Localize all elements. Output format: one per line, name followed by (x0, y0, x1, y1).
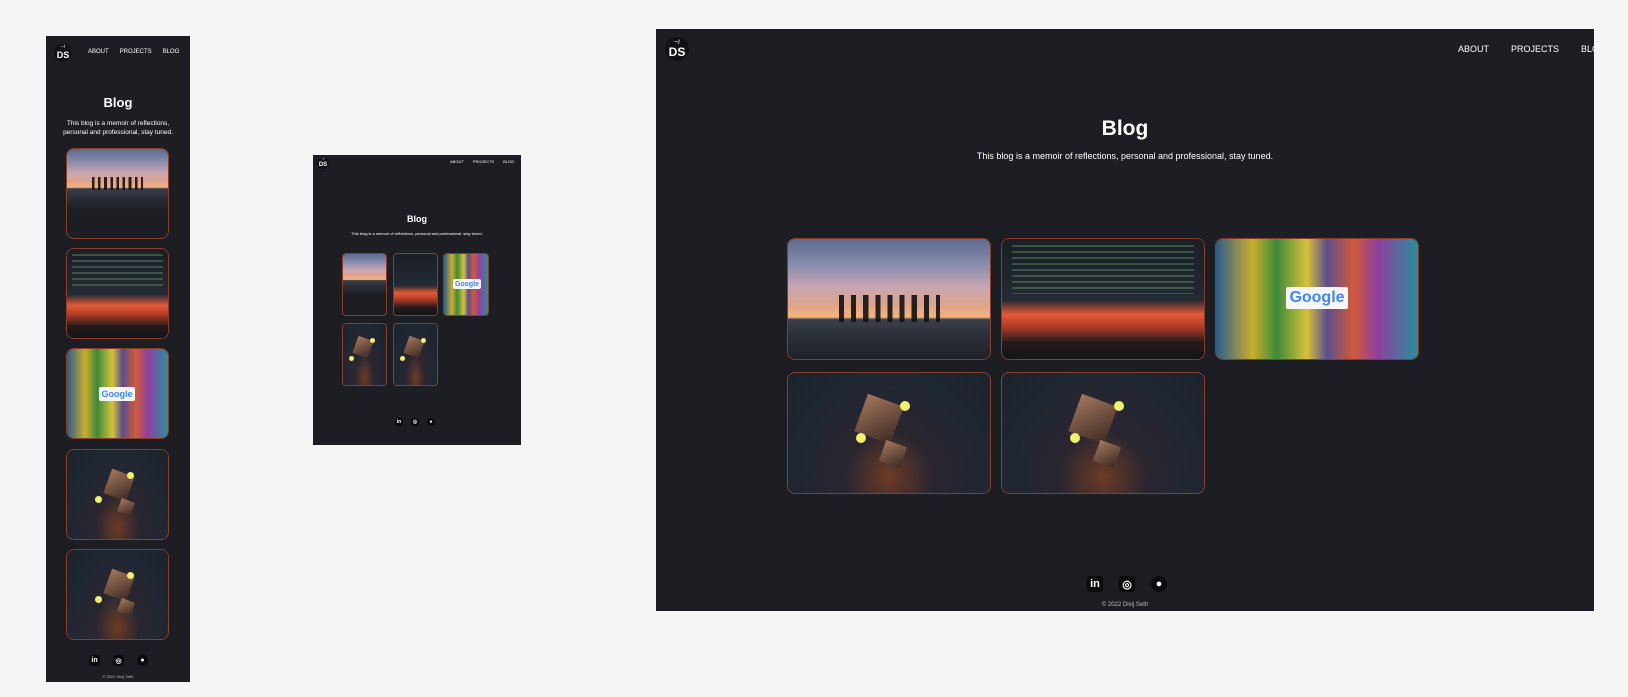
post-card[interactable] (393, 253, 438, 316)
post-image (394, 324, 437, 385)
light-dot (95, 596, 102, 603)
logo[interactable]: ~/ DS (665, 37, 689, 61)
nav-blog[interactable]: BLOG (163, 49, 180, 55)
light-dot (400, 356, 405, 361)
github-icon[interactable]: ● (137, 655, 148, 666)
page-subtitle: This blog is a memoir of reflections, pe… (976, 151, 1274, 161)
post-card[interactable] (342, 253, 387, 316)
post-image (343, 254, 386, 294)
light-dot (370, 338, 375, 343)
post-card[interactable] (1001, 372, 1205, 494)
mobile-preview: ~/ DS ABOUT PROJECTS BLOG Blog This blog… (46, 36, 190, 682)
post-card[interactable]: Google (1215, 238, 1419, 360)
post-image (67, 450, 168, 539)
post-image (67, 550, 168, 639)
post-image (394, 254, 437, 315)
page-subtitle: This blog is a memoir of reflections, pe… (351, 231, 483, 236)
desktop-preview: ~/ DS ABOUT PROJECTS BLOG Blog This blog… (656, 29, 1594, 611)
github-icon[interactable]: ● (1151, 576, 1167, 592)
github-icon[interactable]: ● (427, 418, 435, 426)
post-image (67, 149, 168, 209)
instagram-icon[interactable]: ◎ (411, 418, 419, 426)
post-card[interactable] (66, 449, 169, 540)
post-image: Google (67, 349, 168, 438)
social-links: in ◎ ● (89, 655, 148, 666)
post-image: Google (1216, 239, 1418, 359)
logo[interactable]: ~/ DS (317, 157, 329, 169)
post-image (1002, 239, 1204, 359)
social-links: in ◎ ● (395, 418, 435, 426)
post-card[interactable] (342, 323, 387, 386)
nav-about[interactable]: ABOUT (88, 49, 109, 55)
instagram-icon[interactable]: ◎ (1119, 576, 1135, 592)
nav-projects[interactable]: PROJECTS (1511, 44, 1559, 54)
google-sign: Google (1286, 287, 1348, 309)
linkedin-icon[interactable]: in (395, 418, 403, 426)
light-dot (900, 401, 910, 411)
post-card[interactable] (787, 238, 991, 360)
post-card[interactable]: Google (443, 253, 489, 316)
tablet-preview: ~/ DS ABOUT PROJECTS BLOG Blog This blog… (313, 155, 521, 445)
post-image (788, 239, 990, 359)
post-image (788, 373, 990, 493)
light-dot (95, 496, 102, 503)
copyright: © 2022 Divij Seth (102, 674, 134, 679)
post-card[interactable] (66, 148, 169, 239)
light-dot (349, 356, 354, 361)
nav-projects[interactable]: PROJECTS (120, 49, 152, 55)
post-image: Google (444, 254, 488, 315)
nav: ABOUT PROJECTS BLOG (88, 49, 179, 55)
post-image (67, 249, 168, 338)
light-dot (127, 472, 134, 479)
linkedin-icon[interactable]: in (89, 655, 100, 666)
post-card[interactable] (66, 248, 169, 339)
post-card[interactable]: Google (66, 348, 169, 439)
light-dot (1114, 401, 1124, 411)
post-card[interactable] (1001, 238, 1205, 360)
page-subtitle: This blog is a memoir of reflections, pe… (63, 120, 173, 136)
logo[interactable]: ~/ DS (54, 44, 72, 62)
nav-about[interactable]: ABOUT (450, 159, 464, 164)
post-image (1002, 373, 1204, 493)
nav-blog[interactable]: BLOG (503, 159, 514, 164)
cube (117, 598, 135, 616)
nav-about[interactable]: ABOUT (1458, 44, 1489, 54)
social-links: in ◎ ● (1087, 576, 1167, 592)
light-dot (1070, 433, 1080, 443)
nav: ABOUT PROJECTS BLOG (1458, 44, 1594, 54)
nav: ABOUT PROJECTS BLOG (450, 159, 514, 164)
linkedin-icon[interactable]: in (1087, 576, 1103, 592)
copyright: © 2022 Divij Seth (1101, 602, 1149, 608)
cube (878, 439, 908, 469)
light-dot (421, 338, 426, 343)
google-sign: Google (453, 279, 481, 289)
cube (117, 498, 135, 516)
page-title: Blog (407, 214, 427, 224)
google-sign: Google (99, 387, 135, 401)
post-card[interactable] (66, 549, 169, 640)
light-dot (127, 572, 134, 579)
instagram-icon[interactable]: ◎ (113, 655, 124, 666)
light-dot (856, 433, 866, 443)
cube (1092, 439, 1122, 469)
nav-projects[interactable]: PROJECTS (473, 159, 494, 164)
page-title: Blog (1101, 117, 1149, 140)
post-card[interactable] (787, 372, 991, 494)
post-image (343, 324, 386, 385)
page-title: Blog (103, 95, 133, 110)
nav-blog[interactable]: BLOG (1581, 44, 1594, 54)
post-card[interactable] (393, 323, 438, 386)
